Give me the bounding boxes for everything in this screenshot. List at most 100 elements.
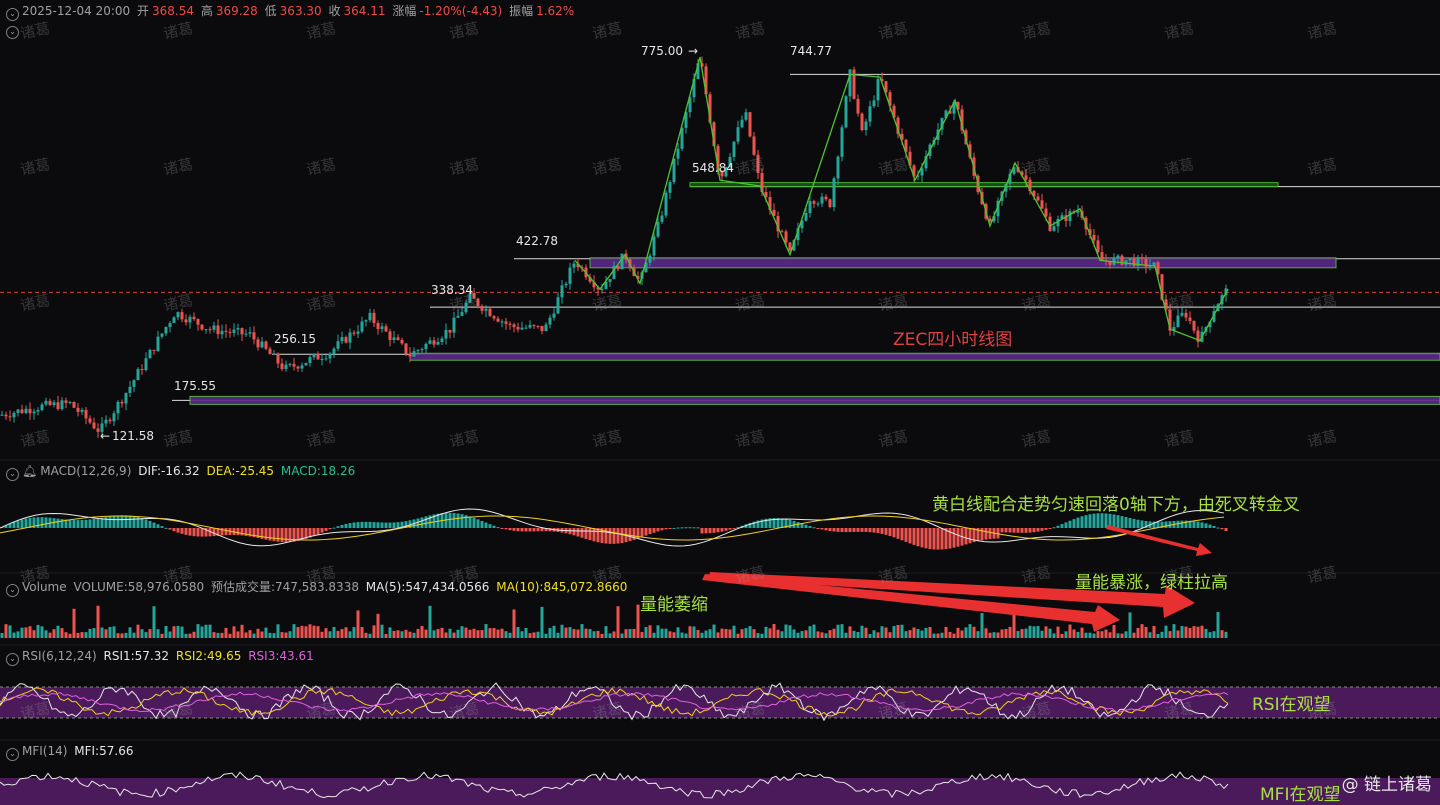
- volume-bar: [932, 633, 936, 638]
- chevron-down-icon[interactable]: ⌄: [6, 584, 19, 597]
- mfi-annotation: MFI在观望: [1260, 785, 1341, 805]
- macd-bar: [540, 528, 544, 532]
- brand-label: @ 链上诸葛: [1341, 775, 1432, 795]
- macd-bar: [1016, 528, 1020, 533]
- volume-bar: [760, 633, 764, 638]
- volume-bar: [1176, 630, 1180, 638]
- macd-bar: [708, 528, 712, 534]
- volume-bar: [404, 629, 408, 638]
- candle-body: [536, 325, 540, 327]
- macd-bar: [124, 515, 128, 528]
- macd-bar: [844, 528, 848, 533]
- macd-bar: [484, 522, 488, 528]
- chevron-down-icon[interactable]: ⌄: [6, 653, 19, 666]
- macd-bar: [1196, 521, 1200, 528]
- macd-bar: [1008, 528, 1012, 533]
- candle-body: [220, 330, 224, 335]
- volume-bar: [116, 633, 120, 638]
- macd-bar: [20, 519, 24, 528]
- resistance-band: [689, 182, 1279, 188]
- volume-bar: [908, 630, 912, 638]
- volume-bar: [844, 632, 848, 638]
- macd-bar: [724, 528, 728, 531]
- candle-body: [532, 325, 536, 327]
- macd-bar: [888, 528, 892, 536]
- volume-bar: [540, 606, 544, 638]
- volume-bar: [512, 609, 516, 638]
- candle-body: [244, 333, 248, 335]
- macd-value: MACD:18.26: [280, 464, 356, 478]
- macd-bar: [268, 528, 272, 541]
- macd-bar: [392, 522, 396, 528]
- chevron-down-icon[interactable]: ⌄: [6, 468, 19, 481]
- volume-bar: [688, 626, 692, 638]
- volume-bar: [240, 624, 244, 638]
- macd-bar: [1124, 517, 1128, 528]
- candle-body: [832, 178, 836, 208]
- volume-bar: [160, 633, 164, 638]
- candle-body: [660, 215, 664, 222]
- macd-bar: [344, 523, 348, 528]
- volume-bar: [1084, 632, 1088, 638]
- macd-bar: [356, 522, 360, 528]
- chevron-down-icon[interactable]: ⌄: [6, 748, 19, 761]
- macd-bar: [1120, 516, 1124, 528]
- macd-dea: DEA:-25.45: [206, 464, 275, 478]
- volume-bar: [312, 625, 316, 638]
- candle-body: [488, 308, 492, 317]
- volume-bar: [348, 631, 352, 638]
- volume-bar: [532, 632, 536, 638]
- volume-bar: [1072, 629, 1076, 638]
- candle-body: [408, 353, 412, 357]
- macd-bar: [112, 515, 116, 528]
- macd-bar: [816, 528, 820, 529]
- volume-bar: [864, 627, 868, 638]
- candle-body: [732, 141, 736, 157]
- volume-bar: [32, 630, 36, 638]
- candle-body: [608, 279, 612, 282]
- volume-bar: [448, 628, 452, 638]
- volume-bar: [528, 633, 532, 638]
- candle-body: [540, 325, 544, 332]
- volume-bar: [40, 626, 44, 638]
- volume-bar: [72, 608, 76, 638]
- candle-body: [304, 362, 308, 366]
- volume-bar: [480, 630, 484, 638]
- macd-bar: [84, 519, 88, 528]
- macd-bar: [1012, 528, 1016, 533]
- macd-bar: [1180, 520, 1184, 528]
- macd-bar: [480, 520, 484, 528]
- volume-bar: [812, 624, 816, 638]
- volume-bar: [692, 626, 696, 638]
- candle-body: [388, 331, 392, 340]
- macd-bar: [500, 528, 504, 529]
- candle-body: [504, 321, 508, 324]
- macd-bar: [528, 528, 532, 532]
- macd-bar: [920, 528, 924, 548]
- volume-bar: [308, 624, 312, 638]
- candle-body: [272, 353, 276, 355]
- macd-bar: [520, 528, 524, 532]
- macd-bar: [128, 515, 132, 528]
- macd-bar: [924, 528, 928, 549]
- support-band: [189, 395, 1440, 405]
- candle-body: [56, 402, 60, 410]
- volume-bar: [1096, 631, 1100, 638]
- candle-body: [168, 322, 172, 327]
- macd-bar: [496, 527, 500, 529]
- volume-bar: [400, 631, 404, 638]
- volume-bar: [1132, 632, 1136, 638]
- volume-bar: [856, 632, 860, 638]
- volume-bar: [444, 632, 448, 638]
- bell-icon[interactable]: 🔔︎: [22, 464, 37, 478]
- candle-body: [860, 113, 864, 131]
- open-label: 开: [136, 4, 149, 18]
- volume-bar: [368, 633, 372, 638]
- volume-bar: [48, 632, 52, 638]
- candle-body: [1180, 312, 1184, 316]
- chevron-down-icon[interactable]: ⌄: [6, 8, 19, 21]
- rsi-1: RSI1:57.32: [103, 649, 170, 663]
- close-value: 364.11: [343, 4, 386, 18]
- macd-bar: [864, 528, 868, 532]
- volume-bar: [868, 633, 872, 638]
